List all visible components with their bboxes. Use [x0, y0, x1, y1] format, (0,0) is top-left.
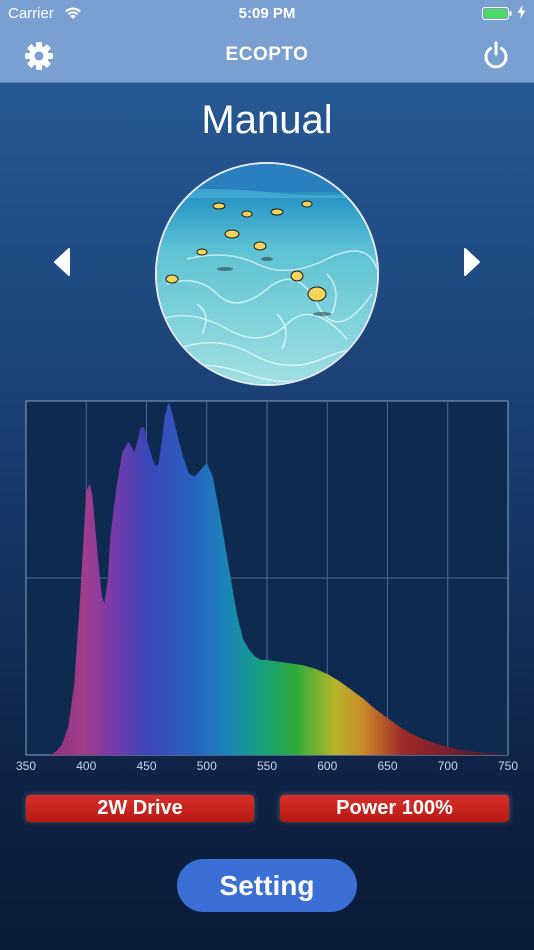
app-title: ECOPTO: [225, 44, 309, 65]
nav-bar: ECOPTO: [0, 28, 534, 83]
x-tick-label: 600: [317, 759, 337, 773]
chevron-left-icon[interactable]: [50, 246, 76, 278]
x-tick-label: 450: [136, 759, 156, 773]
setting-button[interactable]: Setting: [177, 859, 357, 912]
x-tick-label: 700: [438, 759, 458, 773]
mode-title: Manual: [201, 98, 333, 142]
spectrum-chart: 350 400 450 500 550 600 650 700 750: [16, 400, 518, 773]
status-bar: Carrier 5:09 PM: [0, 0, 534, 28]
x-axis-ticks: 350 400 450 500 550 600 650 700 750: [16, 759, 518, 773]
x-tick-label: 400: [76, 759, 96, 773]
battery-icon: [482, 7, 512, 20]
power-icon[interactable]: [481, 40, 511, 70]
x-tick-label: 650: [377, 759, 397, 773]
power-badge: Power 100%: [280, 795, 509, 822]
drive-badge: 2W Drive: [26, 795, 254, 822]
x-tick-label: 750: [498, 759, 518, 773]
x-tick-label: 350: [16, 759, 36, 773]
x-tick-label: 550: [257, 759, 277, 773]
chevron-right-icon[interactable]: [458, 246, 484, 278]
x-tick-label: 500: [197, 759, 217, 773]
charging-bolt-icon: [517, 5, 526, 19]
scene-image: [155, 162, 379, 386]
clock-time: 5:09 PM: [238, 5, 296, 22]
